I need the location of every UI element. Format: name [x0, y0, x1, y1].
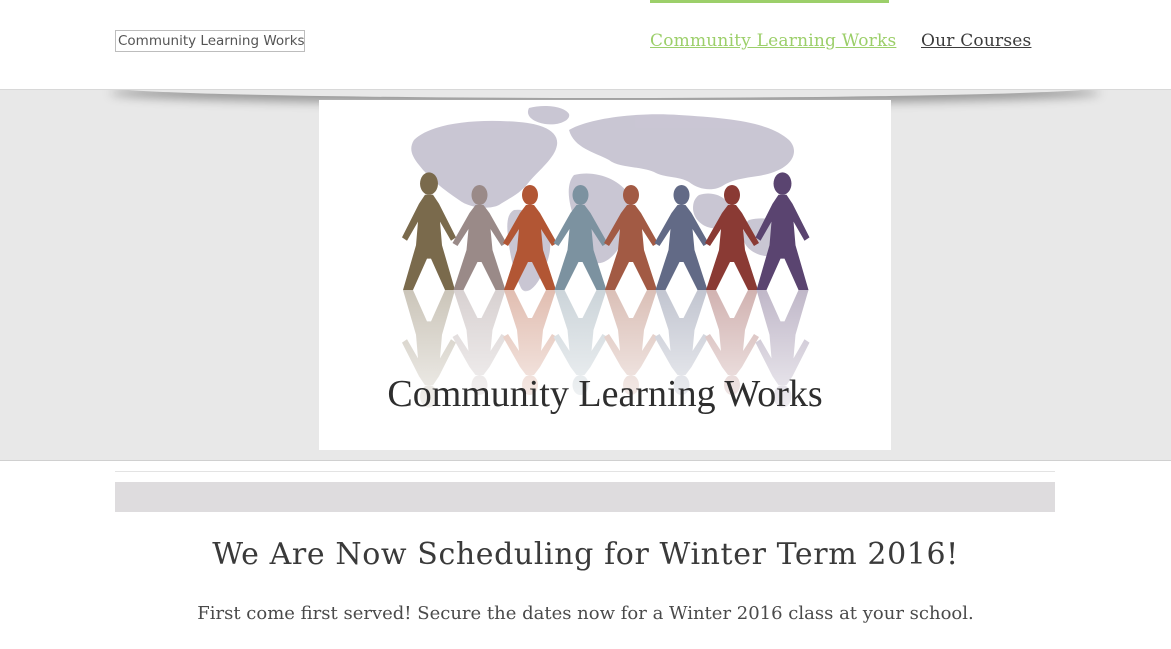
nav-active-indicator: [650, 0, 889, 3]
nav-link-our-courses[interactable]: Our Courses: [921, 31, 1031, 51]
hero-banner: Community Learning Works: [0, 89, 1171, 461]
nav-link-home[interactable]: Community Learning Works: [650, 31, 896, 51]
site-logo[interactable]: Community Learning Works: [115, 30, 305, 52]
site-header: Community Learning Works Community Learn…: [0, 0, 1171, 89]
content-gray-bar: [115, 482, 1055, 512]
page-headline: We Are Now Scheduling for Winter Term 20…: [212, 537, 959, 572]
reflection-fade: [319, 290, 891, 450]
person-figure: [755, 172, 810, 290]
hero-image: Community Learning Works: [319, 100, 891, 450]
hero-caption: Community Learning Works: [387, 373, 823, 415]
page-subtext: First come first served! Secure the date…: [197, 603, 974, 624]
content-divider: [115, 471, 1055, 472]
banner-shadow: [110, 90, 1100, 98]
